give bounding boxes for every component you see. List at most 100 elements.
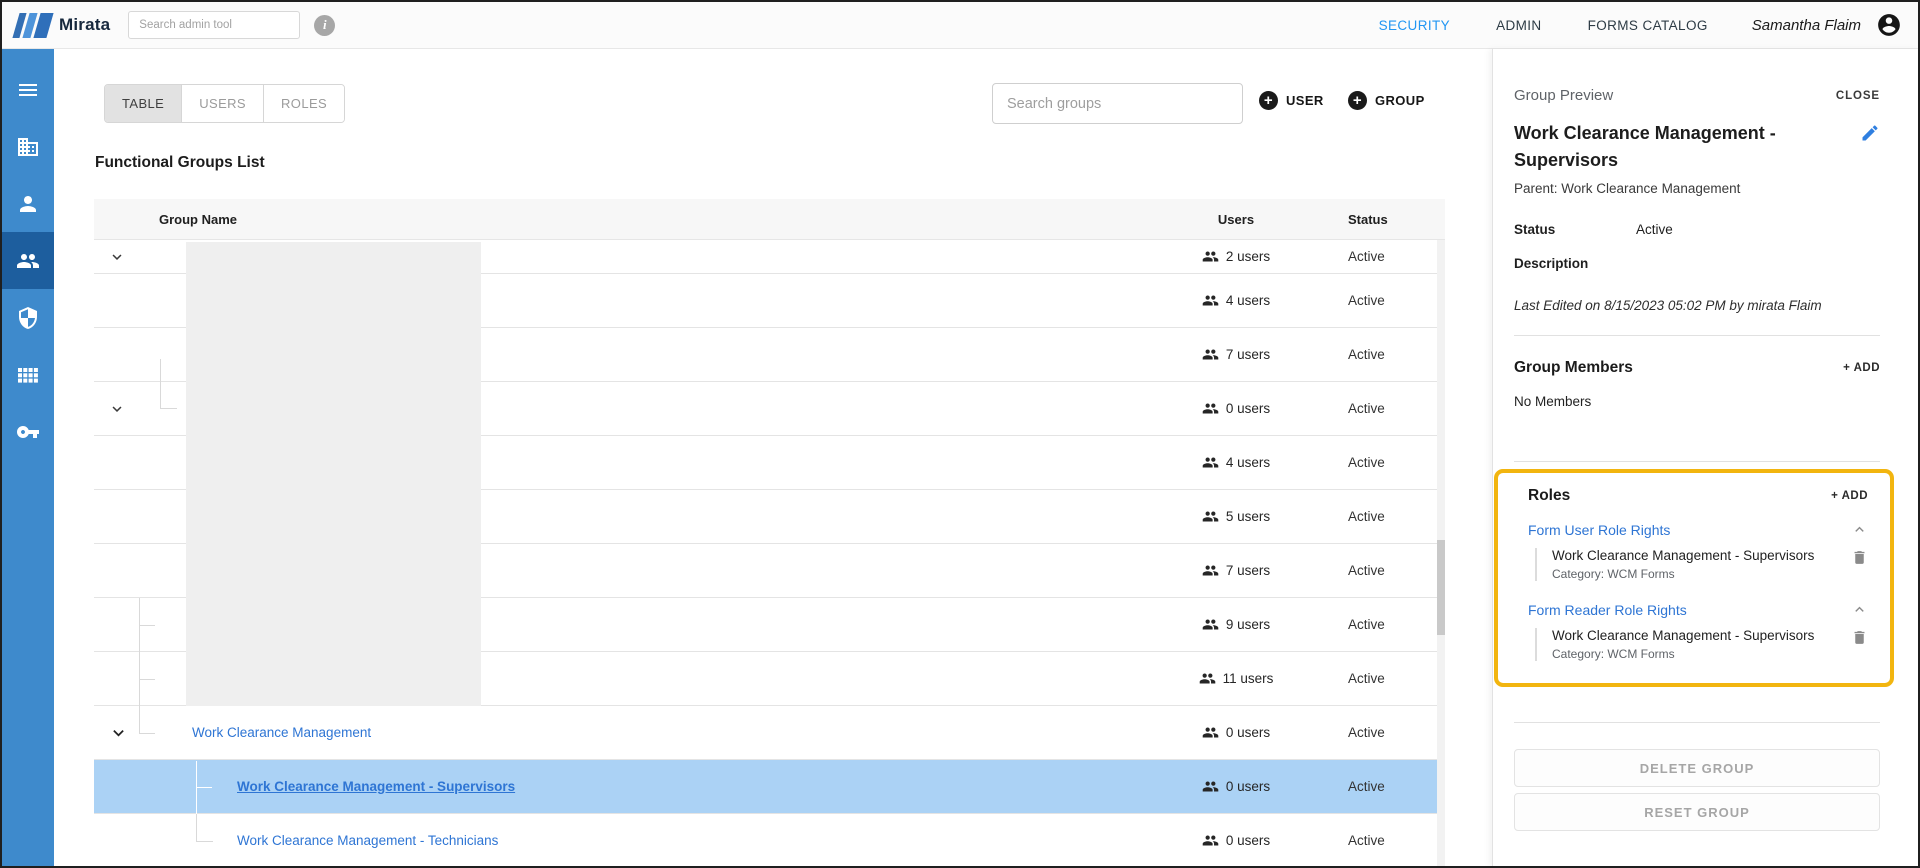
add-user-button[interactable]: + USER bbox=[1259, 91, 1324, 110]
users-count: 0 users bbox=[1225, 725, 1271, 740]
scrollbar-thumb[interactable] bbox=[1437, 540, 1445, 635]
chevron-down-icon[interactable] bbox=[108, 722, 129, 743]
chevron-down-icon[interactable] bbox=[108, 400, 126, 418]
nav-security[interactable]: SECURITY bbox=[1379, 18, 1450, 33]
group-link[interactable]: Work Clearance Management - Supervisors bbox=[237, 779, 515, 794]
group-name-cell: Work Clearance Management bbox=[94, 706, 1130, 759]
users-icon bbox=[1202, 511, 1219, 522]
sidebar-user-icon[interactable] bbox=[2, 175, 54, 232]
no-members-text: No Members bbox=[1514, 394, 1592, 409]
nav-admin[interactable]: ADMIN bbox=[1496, 18, 1542, 33]
users-count: 5 users bbox=[1225, 509, 1271, 524]
close-button[interactable]: CLOSE bbox=[1836, 90, 1880, 102]
trash-icon[interactable] bbox=[1851, 629, 1868, 646]
top-nav: SECURITY ADMIN FORMS CATALOG Samantha Fl… bbox=[1333, 12, 1902, 38]
plus-icon: + bbox=[1259, 91, 1278, 110]
column-group-name: Group Name bbox=[159, 211, 238, 227]
table-row[interactable]: Work Clearance Management 0 users Active bbox=[94, 706, 1445, 760]
column-status: Status bbox=[1348, 211, 1388, 227]
table-scrollbar[interactable] bbox=[1437, 240, 1445, 866]
sidebar-grid-icon[interactable] bbox=[2, 346, 54, 403]
edit-pencil-icon[interactable] bbox=[1860, 123, 1880, 143]
add-group-button[interactable]: + GROUP bbox=[1348, 91, 1425, 110]
roles-title: Roles bbox=[1528, 487, 1571, 504]
trash-icon[interactable] bbox=[1851, 549, 1868, 566]
users-count: 11 users bbox=[1222, 671, 1274, 686]
status-cell: Active bbox=[1348, 671, 1385, 686]
table-header: Group Name Users Status bbox=[94, 199, 1445, 240]
table-row[interactable]: Work Clearance Management - Technicians … bbox=[94, 814, 1445, 866]
users-cell: 5 users bbox=[1130, 490, 1342, 543]
reset-group-button[interactable]: RESET GROUP bbox=[1514, 793, 1880, 831]
table-row-selected[interactable]: Work Clearance Management - Supervisors … bbox=[94, 760, 1445, 814]
description-label: Description bbox=[1514, 256, 1589, 271]
column-users: Users bbox=[1217, 211, 1255, 227]
roles-highlight-box: Roles + ADD Form User Role Rights Work C… bbox=[1494, 469, 1894, 687]
status-cell: Active bbox=[1348, 779, 1385, 794]
tree-line bbox=[139, 733, 155, 734]
tree-line bbox=[160, 408, 177, 409]
tree-line bbox=[139, 625, 155, 626]
users-count: 4 users bbox=[1225, 293, 1271, 308]
form-reader-role-rights-link[interactable]: Form Reader Role Rights bbox=[1528, 602, 1687, 618]
users-icon bbox=[1202, 349, 1219, 360]
redaction-overlay bbox=[186, 242, 481, 706]
users-cell: 11 users bbox=[1130, 652, 1342, 705]
last-edited-note: Last Edited on 8/15/2023 05:02 PM by mir… bbox=[1514, 298, 1822, 313]
status-cell: Active bbox=[1348, 617, 1385, 632]
tree-line bbox=[196, 814, 197, 842]
users-icon bbox=[1202, 619, 1219, 630]
group-members-title: Group Members bbox=[1514, 359, 1633, 376]
status-label: Status bbox=[1514, 222, 1556, 237]
sidebar-shield-icon[interactable] bbox=[2, 289, 54, 346]
chevron-down-icon[interactable] bbox=[108, 248, 126, 266]
tab-roles[interactable]: ROLES bbox=[263, 85, 345, 122]
role-item-category: Category: WCM Forms bbox=[1552, 647, 1675, 661]
divider bbox=[1514, 335, 1880, 336]
users-cell: 0 users bbox=[1130, 382, 1342, 435]
tab-users[interactable]: USERS bbox=[181, 85, 264, 122]
delete-group-button[interactable]: DELETE GROUP bbox=[1514, 749, 1880, 787]
users-icon bbox=[1199, 673, 1215, 684]
sidebar-organization-icon[interactable] bbox=[2, 118, 54, 175]
users-count: 4 users bbox=[1225, 455, 1271, 470]
status-cell: Active bbox=[1348, 509, 1385, 524]
mirata-logo-icon bbox=[12, 12, 54, 38]
group-link[interactable]: Work Clearance Management bbox=[192, 725, 371, 740]
current-user-name: Samantha Flaim bbox=[1751, 16, 1861, 34]
chevron-up-icon[interactable] bbox=[1851, 601, 1868, 618]
brand-name: Mirata bbox=[59, 15, 111, 34]
chevron-up-icon[interactable] bbox=[1851, 521, 1868, 538]
page-title: Functional Groups List bbox=[95, 154, 265, 171]
info-icon[interactable]: i bbox=[314, 14, 336, 36]
users-icon bbox=[1202, 457, 1219, 468]
form-user-role-rights-link[interactable]: Form User Role Rights bbox=[1528, 522, 1670, 538]
users-icon bbox=[1202, 727, 1219, 738]
users-count: 2 users bbox=[1225, 249, 1271, 264]
add-role-button[interactable]: + ADD bbox=[1831, 490, 1868, 502]
sidebar-menu-icon[interactable] bbox=[2, 61, 54, 118]
users-count: 0 users bbox=[1225, 779, 1271, 794]
group-link[interactable]: Work Clearance Management - Technicians bbox=[237, 833, 498, 848]
status-cell: Active bbox=[1348, 563, 1385, 578]
admin-search-input[interactable] bbox=[128, 11, 301, 39]
group-preview-panel: Group Preview CLOSE Work Clearance Manag… bbox=[1492, 49, 1918, 866]
status-cell: Active bbox=[1348, 833, 1385, 848]
status-cell: Active bbox=[1348, 455, 1385, 470]
status-cell: Active bbox=[1348, 401, 1385, 416]
add-user-label: USER bbox=[1286, 93, 1324, 108]
status-cell: Active bbox=[1348, 725, 1385, 740]
nav-forms-catalog[interactable]: FORMS CATALOG bbox=[1588, 18, 1708, 33]
group-name-cell: Work Clearance Management - Technicians bbox=[94, 814, 1130, 866]
users-icon bbox=[1202, 251, 1219, 262]
account-avatar-icon[interactable] bbox=[1876, 12, 1902, 38]
sidebar-groups-icon[interactable] bbox=[2, 232, 54, 289]
plus-icon: + bbox=[1348, 91, 1367, 110]
add-member-button[interactable]: + ADD bbox=[1843, 362, 1880, 374]
sidebar-key-icon[interactable] bbox=[2, 403, 54, 460]
tab-table[interactable]: TABLE bbox=[105, 85, 182, 122]
status-cell: Active bbox=[1348, 347, 1385, 362]
tree-line bbox=[196, 841, 213, 842]
users-count: 7 users bbox=[1225, 347, 1271, 362]
search-groups-input[interactable] bbox=[992, 83, 1243, 124]
